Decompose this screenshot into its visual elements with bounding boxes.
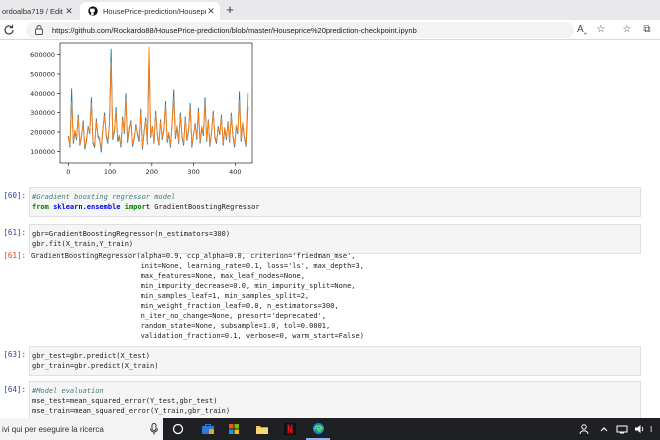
code-line: mse_test=mean_squared_error(Y_test,gbr_t… — [32, 397, 218, 405]
file-explorer-icon[interactable] — [250, 418, 274, 440]
edge-browser-icon[interactable] — [306, 418, 330, 440]
code-comment: #Gradient boosting regressor model — [32, 193, 176, 201]
input-prompt: [63]: — [3, 350, 26, 359]
tab-close-icon[interactable]: ✕ — [64, 6, 74, 17]
people-icon[interactable] — [578, 418, 590, 440]
output-prompt: [61]: — [3, 251, 26, 260]
y-tick-label-3: 400000 — [30, 90, 55, 98]
output-text: GradientBoostingRegressor(alpha=0.9, ccp… — [31, 252, 364, 340]
microphone-icon[interactable] — [149, 423, 159, 435]
code-comment: #Model evaluation — [32, 387, 104, 395]
code-input[interactable]: #Model evaluation mse_test=mean_squared_… — [29, 381, 641, 418]
volume-icon[interactable] — [634, 418, 646, 440]
y-tick-label-1: 200000 — [30, 129, 55, 137]
reload-icon[interactable] — [2, 23, 16, 37]
input-prompt: [60]: — [3, 191, 26, 200]
store-app-icon[interactable] — [196, 418, 220, 440]
search-placeholder: ivi qui per eseguire la ricerca — [2, 424, 104, 434]
browser-toolbar: https://github.com/Rockardo88/HousePrice… — [0, 20, 660, 40]
code-line: gbr=GradientBoostingRegressor(n_estimato… — [32, 230, 231, 238]
tab-title: ordoalba719 / Edit Gi — [2, 6, 64, 16]
tab-edit-gist[interactable]: ordoalba719 / Edit Gi ✕ — [0, 2, 78, 20]
new-tab-icon[interactable]: + — [222, 2, 238, 18]
network-icon[interactable] — [616, 418, 628, 440]
url-text: https://github.com/Rockardo88/HousePrice… — [52, 25, 417, 35]
code-input[interactable]: #Gradient boosting regressor model from … — [29, 187, 641, 217]
tab-strip: ordoalba719 / Edit Gi ✕ HousePrice-predi… — [0, 0, 660, 20]
code-input[interactable]: gbr_test=gbr.predict(X_test) gbr_train=g… — [29, 346, 641, 376]
chart-output: 100000 200000 300000 400000 500000 600000 0 100… — [30, 41, 260, 181]
input-prompt: [61]: — [3, 228, 26, 237]
input-prompt: [64]: — [3, 385, 26, 394]
notebook-view[interactable]: 100000 200000 300000 400000 500000 600000 0 100… — [0, 41, 660, 418]
task-view-icon[interactable] — [166, 418, 190, 440]
code-input[interactable]: gbr=GradientBoostingRegressor(n_estimato… — [29, 224, 641, 254]
taskbar-search-box[interactable]: ivi qui per eseguire la ricerca — [0, 418, 163, 440]
x-tick-label-1: 100 — [104, 168, 116, 176]
collections-icon[interactable]: ⧉ — [640, 23, 654, 37]
tab-close-icon[interactable]: ✕ — [206, 6, 216, 17]
x-tick-label-3: 300 — [187, 168, 199, 176]
netflix-icon[interactable] — [278, 418, 302, 440]
line-chart: 100000 200000 300000 400000 500000 600000 0 100… — [30, 42, 253, 176]
lock-icon[interactable] — [32, 23, 46, 37]
x-tick-label-2: 200 — [146, 168, 158, 176]
y-tick-label-0: 100000 — [30, 148, 55, 156]
read-aloud-icon[interactable]: A‸ — [575, 23, 589, 37]
favorite-add-icon[interactable]: ☆ — [594, 23, 608, 37]
favorites-icon[interactable]: ☆ — [620, 23, 634, 37]
code-name: GradientBoostingRegressor — [154, 203, 260, 211]
address-bar[interactable]: https://github.com/Rockardo88/HousePrice… — [26, 22, 574, 38]
chevron-up-icon[interactable] — [600, 418, 608, 440]
taskbar: ivi qui per eseguire la ricerca I — [0, 418, 660, 440]
y-tick-label-4: 500000 — [30, 70, 55, 78]
code-module: sklearn.ensemble — [53, 203, 121, 211]
code-line: gbr_test=gbr.predict(X_test) — [32, 352, 151, 360]
x-tick-label-4: 400 — [229, 168, 241, 176]
code-line: mse_train=mean_squared_error(Y_train,gbr… — [32, 407, 231, 415]
code-keyword: import — [124, 203, 151, 211]
tab-title: HousePrice-prediction/Houseprice — [103, 6, 206, 16]
keyboard-language-icon[interactable]: I — [650, 418, 652, 440]
ms-store-icon[interactable] — [222, 418, 246, 440]
tab-houseprice-prediction[interactable]: HousePrice-prediction/Houseprice ✕ — [80, 2, 220, 20]
code-keyword: from — [32, 203, 49, 211]
github-icon — [88, 6, 98, 16]
x-tick-label-0: 0 — [66, 168, 70, 176]
code-line: gbr.fit(X_train,Y_train) — [32, 240, 134, 248]
y-tick-label-5: 600000 — [30, 51, 55, 59]
code-line: gbr_train=gbr.predict(X_train) — [32, 362, 159, 370]
y-tick-label-2: 300000 — [30, 109, 55, 117]
